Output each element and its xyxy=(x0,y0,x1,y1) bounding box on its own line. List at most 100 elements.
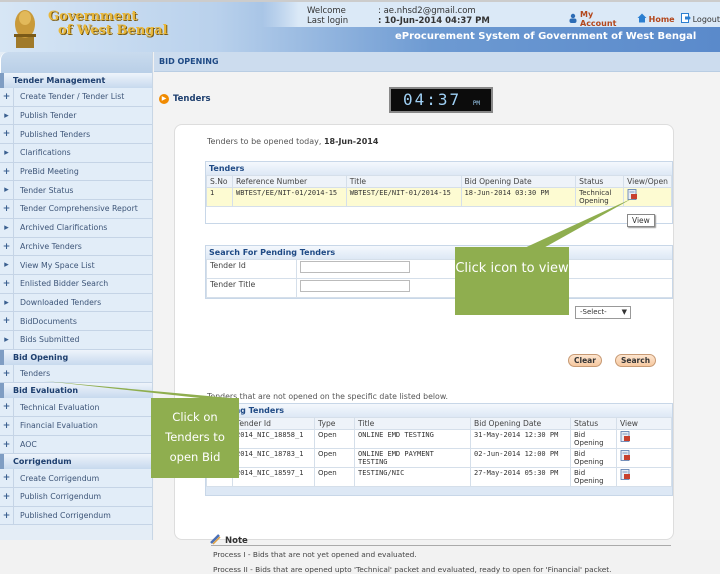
cell-sno: 1 xyxy=(206,187,233,207)
expand-plus-icon: + xyxy=(0,506,14,525)
logout-icon xyxy=(680,13,691,25)
sidebar-item-downloaded-tenders[interactable]: ▸ Downloaded Tenders xyxy=(0,293,152,313)
cell-view xyxy=(616,467,672,487)
sidebar-item-label: PreBid Meeting xyxy=(20,167,79,177)
sidebar-item-label: Create Tender / Tender List xyxy=(20,92,125,102)
cell-status: Bid Opening xyxy=(570,467,617,487)
expand-plus-icon: + xyxy=(0,274,14,293)
tenders-page-link[interactable]: ▶ Tenders xyxy=(159,94,211,104)
sidebar-item-prebid-meeting[interactable]: + PreBid Meeting xyxy=(0,162,152,182)
expand-plus-icon: + xyxy=(0,435,14,454)
expand-plus-icon: ▸ xyxy=(0,144,14,162)
sidebar-item-create-tender-tender-list[interactable]: + Create Tender / Tender List xyxy=(0,88,152,107)
sidebar-item-publish-tender[interactable]: ▸ Publish Tender xyxy=(0,106,152,126)
top-links: My Account Home Logout xyxy=(568,10,720,28)
expand-plus-icon: + xyxy=(0,237,14,256)
my-account-label: My Account xyxy=(580,10,617,28)
tender-id-input[interactable] xyxy=(300,261,410,273)
sidebar-item-view-my-space-list[interactable]: ▸ View My Space List xyxy=(0,256,152,275)
cell-status: Bid Opening xyxy=(570,429,617,449)
digital-clock: 04:37 PM xyxy=(389,87,493,113)
sidebar-item-biddocuments[interactable]: + BidDocuments xyxy=(0,312,152,331)
sidebar-item-financial-evaluation[interactable]: + Financial Evaluation xyxy=(0,417,152,436)
expand-plus-icon: ▸ xyxy=(0,181,14,200)
sidebar-item-technical-evaluation[interactable]: + Technical Evaluation xyxy=(0,398,152,417)
sidebar-nav: Tender Management + Create Tender / Tender… xyxy=(0,52,153,540)
pending-tender-row[interactable]: 3.2014_NIC_18597_1OpenTESTING/NIC27-May-… xyxy=(206,467,672,487)
sidebar-item-archive-tenders[interactable]: + Archive Tenders xyxy=(0,237,152,257)
clear-button[interactable]: Clear xyxy=(568,354,602,367)
sidebar-item-tenders[interactable]: + Tenders xyxy=(0,364,152,384)
sidebar-top xyxy=(0,52,152,73)
view-document-icon[interactable] xyxy=(620,431,631,442)
cell-title: ONLINE EMD TESTING xyxy=(354,429,471,449)
tender-row[interactable]: 1 WBTEST/EE/NIT-01/2014-15 WBTEST/EE/NIT… xyxy=(206,187,672,207)
today-date: 18-Jun-2014 xyxy=(323,137,379,146)
sidebar-item-label: Downloaded Tenders xyxy=(20,297,102,307)
pending-tender-row[interactable]: 2.2014_NIC_18783_1OpenONLINE EMD PAYMENT… xyxy=(206,448,672,468)
sidebar-item-label: Financial Evaluation xyxy=(20,421,98,431)
status-select[interactable]: -Select- ▼ xyxy=(575,306,631,319)
tenders-table-header: S.No Reference Number Title Bid Opening … xyxy=(206,175,672,188)
sidebar-item-tender-status[interactable]: ▸ Tender Status xyxy=(0,181,152,201)
tenders-table-title: Tenders xyxy=(206,162,672,175)
dropdown-arrow-icon: ▼ xyxy=(621,308,627,316)
sidebar-item-clarifications[interactable]: ▸ Clarifications xyxy=(0,144,152,163)
search-button[interactable]: Search xyxy=(615,354,657,367)
tender-title-row: Tender Title xyxy=(206,278,672,298)
expand-plus-icon: ▸ xyxy=(0,293,14,312)
sidebar-item-bids-submitted[interactable]: ▸ Bids Submitted xyxy=(0,330,152,350)
view-document-icon[interactable] xyxy=(627,189,638,200)
view-document-icon[interactable] xyxy=(620,469,631,480)
col-view: View xyxy=(616,417,672,430)
sidebar-item-label: Publish Tender xyxy=(20,111,77,121)
pending-tenders-title: Pending Tenders xyxy=(206,404,672,417)
cell-title: WBTEST/EE/NIT-01/2014-15 xyxy=(345,187,462,207)
sidebar-item-archived-clarifications[interactable]: ▸ Archived Clarifications xyxy=(0,218,152,238)
arrow-bullet-icon: ▶ xyxy=(159,94,169,104)
cell-type: Open xyxy=(314,467,355,487)
logout-link[interactable]: Logout xyxy=(680,13,720,25)
today-label: Tenders to be opened today, xyxy=(207,137,322,146)
pending-table-footer xyxy=(206,487,672,495)
my-account-link[interactable]: My Account xyxy=(568,10,631,28)
search-pending-title: Search For Pending Tenders xyxy=(206,246,672,259)
process-1-text: Process I - Bids that are not yet opened… xyxy=(213,550,417,559)
expand-plus-icon: + xyxy=(0,398,14,416)
content-panel: Tenders to be opened today, 18-Jun-2014 … xyxy=(174,124,674,574)
col-status: Status xyxy=(570,417,617,430)
col-reference-number: Reference Number xyxy=(231,175,347,188)
tenders-table-box: Tenders S.No Reference Number Title Bid … xyxy=(205,161,673,224)
expand-plus-icon: + xyxy=(0,417,14,435)
cell-view-open xyxy=(623,187,672,207)
sidebar-item-enlisted-bidder-search[interactable]: + Enlisted Bidder Search xyxy=(0,274,152,294)
sidebar-section-corrigendum: Corrigendum xyxy=(0,454,152,470)
home-label: Home xyxy=(648,14,675,24)
view-document-icon[interactable] xyxy=(620,450,631,461)
sidebar-item-publish-corrigendum[interactable]: + Publish Corrigendum xyxy=(0,488,152,507)
tenders-table: S.No Reference Number Title Bid Opening … xyxy=(206,175,672,223)
sidebar-item-published-corrigendum[interactable]: + Published Corrigendum xyxy=(0,506,152,526)
welcome-values: : ae.nhsd2@gmail.com : 10-Jun-2014 04:37… xyxy=(378,6,490,26)
clock-time: 04:37 xyxy=(403,90,462,109)
sidebar-item-label: Published Corrigendum xyxy=(20,511,111,521)
callout-tenders: Click on Tenders to open Bid xyxy=(151,398,239,478)
today-line: Tenders to be opened today, 18-Jun-2014 xyxy=(207,137,378,146)
tender-title-input[interactable] xyxy=(300,280,410,292)
sidebar-item-label: Tenders xyxy=(20,368,51,378)
sidebar-item-tender-comprehensive-report[interactable]: + Tender Comprehensive Report xyxy=(0,200,152,219)
sidebar-item-aoc[interactable]: + AOC xyxy=(0,435,152,455)
home-link[interactable]: Home xyxy=(637,13,675,25)
cell-status: Bid Opening xyxy=(570,448,617,468)
search-pending-box: Search For Pending Tenders Tender Id Ten… xyxy=(205,245,673,299)
pending-tender-row[interactable]: 1.2014_NIC_18858_1OpenONLINE EMD TESTING… xyxy=(206,429,672,449)
tender-title-label: Tender Title xyxy=(206,278,297,298)
cell-reference: WBTEST/EE/NIT-01/2014-15 xyxy=(231,187,347,207)
sidebar-item-create-corrigendum[interactable]: + Create Corrigendum xyxy=(0,469,152,489)
welcome-labels: Welcome Last login xyxy=(307,6,348,26)
sidebar-item-label: Bids Submitted xyxy=(20,335,80,345)
sidebar-item-label: Clarifications xyxy=(20,148,71,158)
cell-title: TESTING/NIC xyxy=(354,467,471,487)
page-header: Government of West Bengal Welcome Last l… xyxy=(0,0,720,52)
sidebar-item-published-tenders[interactable]: + Published Tenders xyxy=(0,125,152,145)
